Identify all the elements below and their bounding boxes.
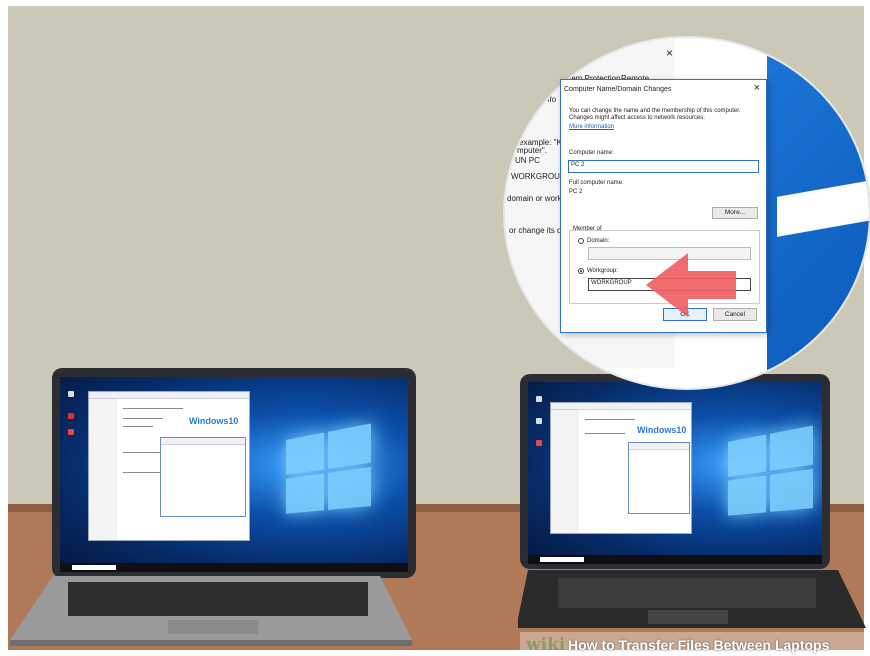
recycle-bin-icon [68,391,74,397]
more-button[interactable]: More... [712,207,758,219]
windows10-brand-text: Windows10 [637,425,687,435]
computer-name-label: Computer name: [569,150,614,156]
close-icon[interactable]: × [666,46,673,60]
right-laptop-keyboard [518,570,866,628]
more-information-link[interactable]: More information [569,124,614,130]
right-laptop-screen: Windows10 [528,382,822,564]
mini-dialog [160,437,246,517]
workgroup-label: Workgroup: [587,268,618,274]
windows10-brand-text: Windows10 [189,416,239,426]
full-computer-name-value: PC 2 [569,189,583,195]
illustration-scene: Windows10 Windows10 × nfo example: "Ki m… [0,0,870,656]
dialog-description: You can change the name and the membersh… [569,108,741,121]
desktop-app-icon [536,418,542,424]
recycle-bin-icon [536,396,542,402]
mini-dialog [628,442,690,514]
text-fragment: mputer". [517,146,547,155]
workgroup-radio[interactable] [578,268,584,274]
chrome-icon [536,440,542,446]
text-fragment: domain or workg [507,194,567,203]
left-laptop-keyboard [10,576,412,646]
text-fragment: WORKGROUP [511,172,566,181]
windows-logo-icon [727,425,815,518]
wikihow-logo: wiki [526,635,566,655]
close-icon[interactable]: × [754,82,760,94]
domain-label: Domain: [587,238,610,244]
left-laptop-screen: Windows10 [60,377,408,572]
text-fragment: UN PC [515,156,540,165]
pointer-arrow-icon [646,253,736,317]
full-computer-name-label: Full computer name: [569,180,624,186]
watermark-title: How to Transfer Files Between Laptops [568,637,830,653]
domain-radio[interactable] [578,238,584,244]
chrome-icon [68,429,74,435]
wikihow-watermark: wiki How to Transfer Files Between Lapto… [520,632,870,656]
desktop-app-icon [68,413,74,419]
computer-name-input[interactable]: PC 2 [568,160,759,173]
text-fragment: nfo [545,95,557,104]
text-fragment: or change its do [509,226,566,235]
dialog-title: Computer Name/Domain Changes [564,86,672,93]
windows-logo-icon [285,423,373,516]
